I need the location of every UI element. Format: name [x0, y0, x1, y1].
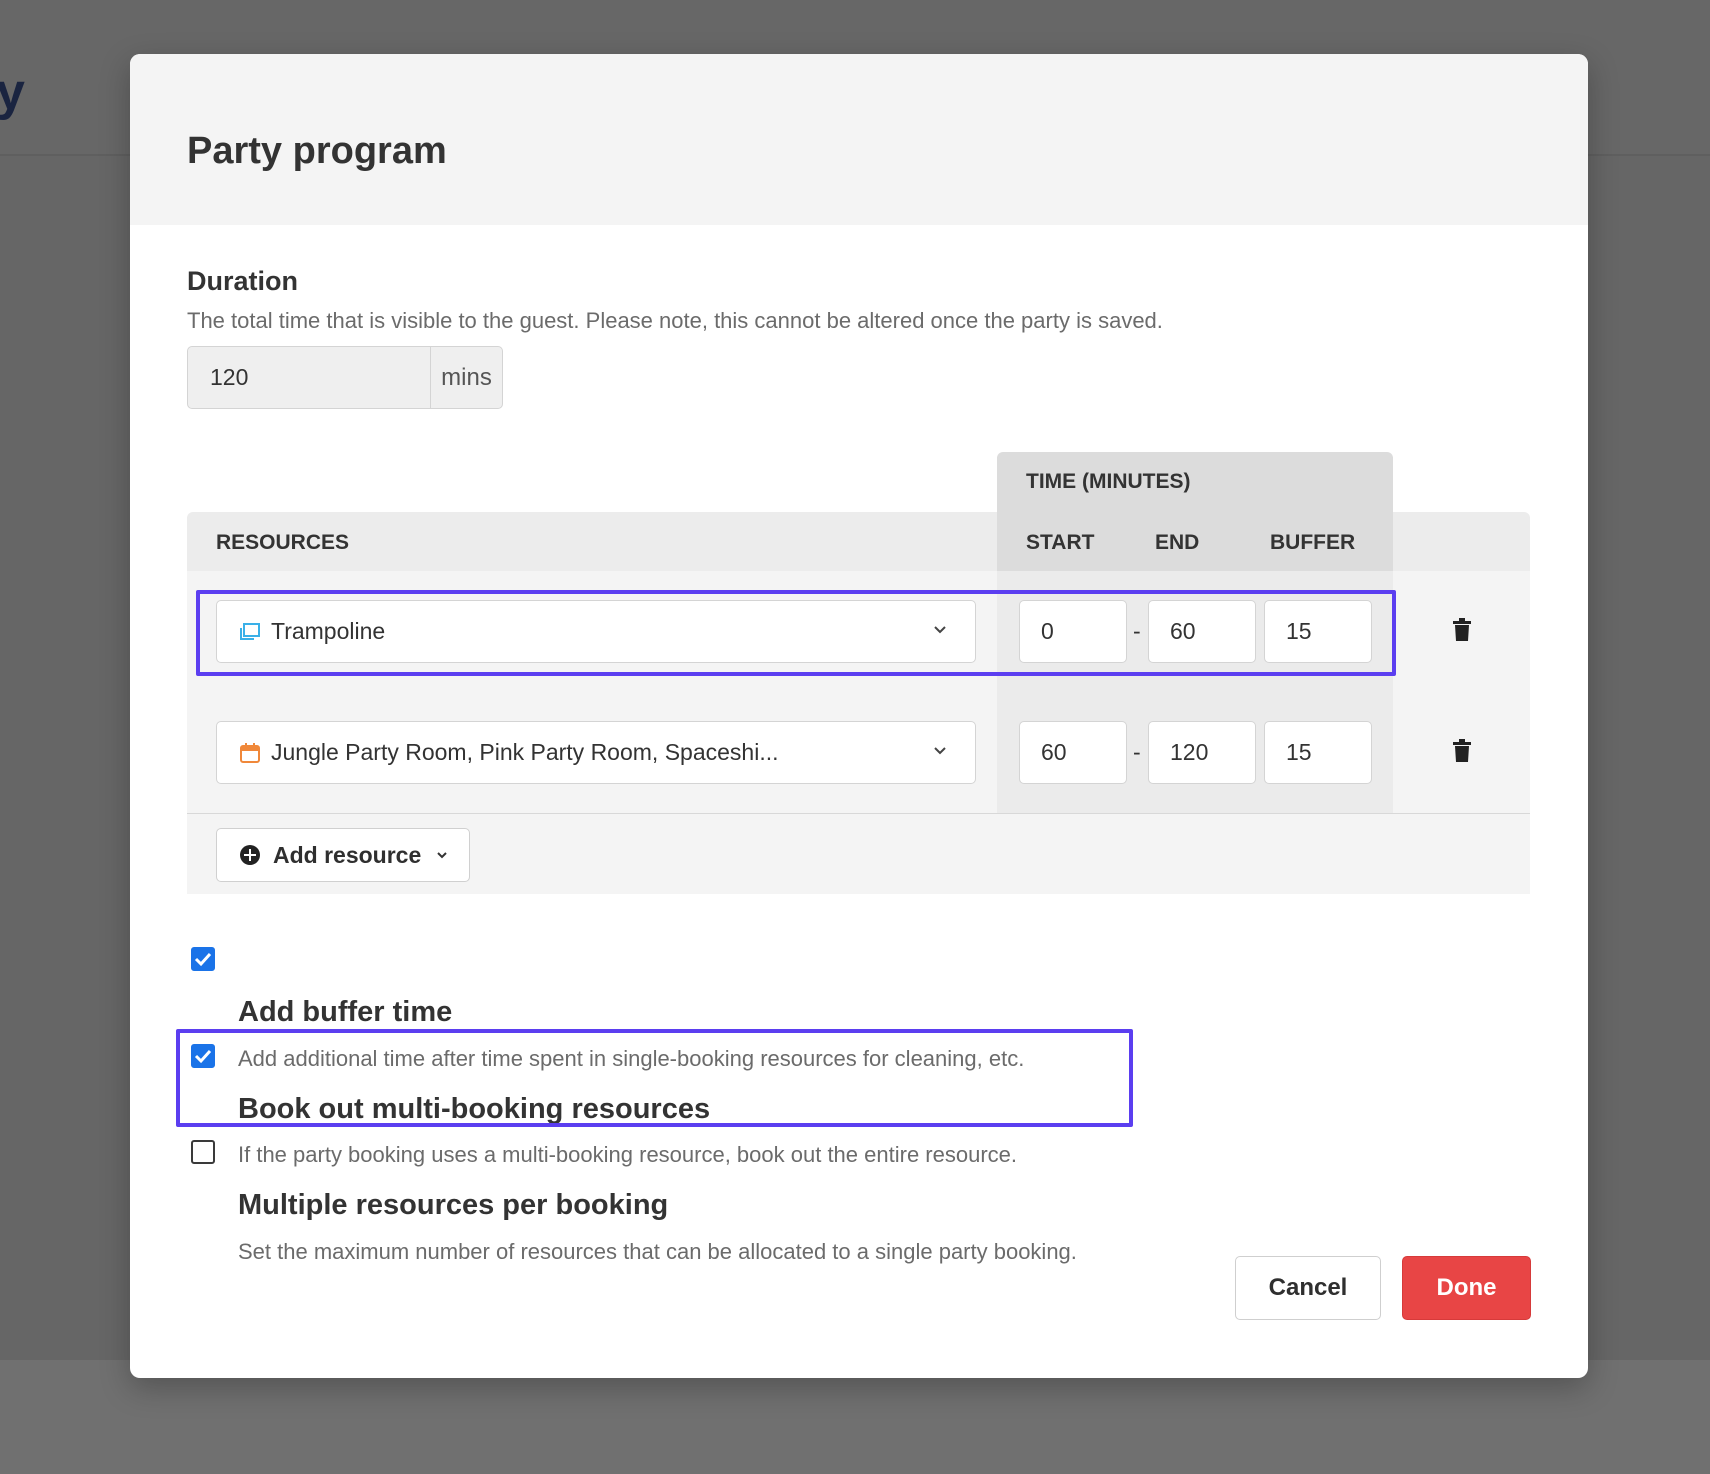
duration-description: The total time that is visible to the gu…	[187, 308, 1163, 333]
buffer-input[interactable]	[1264, 721, 1372, 784]
modal-header: Party program	[130, 54, 1588, 225]
resource-select-party-rooms[interactable]: Jungle Party Room, Pink Party Room, Spac…	[216, 721, 976, 784]
add-resource-button[interactable]: Add resource	[216, 828, 470, 882]
done-button[interactable]: Done	[1402, 1256, 1531, 1320]
end-input[interactable]	[1148, 721, 1256, 784]
plus-circle-icon	[240, 845, 260, 865]
column-header-start: START	[1026, 531, 1095, 554]
duration-input-group: mins	[187, 346, 503, 409]
modal-title: Party program	[187, 130, 447, 172]
trash-icon[interactable]	[1452, 618, 1472, 642]
cancel-button[interactable]: Cancel	[1235, 1256, 1381, 1320]
start-input[interactable]	[1019, 600, 1127, 663]
duration-input[interactable]	[188, 347, 430, 408]
resource-select-trampoline[interactable]: Trampoline	[216, 600, 976, 663]
time-group-label: TIME (MINUTES)	[1026, 470, 1191, 493]
duration-unit: mins	[430, 347, 502, 408]
book-out-multi-booking-checkbox[interactable]	[191, 1044, 215, 1068]
multiple-resources-checkbox[interactable]	[191, 1140, 215, 1164]
option-title-book-out-multi-booking: Book out multi-booking resources	[238, 1093, 711, 1125]
option-description-add-buffer-time: Add additional time after time spent in …	[238, 1046, 1025, 1071]
chevron-down-icon	[934, 747, 946, 755]
party-program-modal: Party program Duration The total time th…	[130, 54, 1588, 1378]
resource-select-label: Trampoline	[271, 618, 386, 644]
buffer-input[interactable]	[1264, 600, 1372, 663]
checkmark-icon	[194, 952, 212, 967]
add-resource-label: Add resource	[273, 841, 422, 868]
option-description-multiple-resources: Set the maximum number of resources that…	[238, 1239, 1077, 1264]
range-separator: -	[1133, 618, 1141, 644]
checkmark-icon	[194, 1049, 212, 1064]
column-header-end: END	[1155, 531, 1200, 554]
resource-select-label: Jungle Party Room, Pink Party Room, Spac…	[271, 739, 779, 765]
add-buffer-time-checkbox[interactable]	[191, 947, 215, 971]
window-icon	[240, 622, 260, 640]
trash-icon[interactable]	[1452, 739, 1472, 763]
calendar-icon	[240, 742, 260, 763]
start-input[interactable]	[1019, 721, 1127, 784]
column-header-resources: RESOURCES	[216, 531, 350, 554]
option-title-multiple-resources: Multiple resources per booking	[238, 1189, 669, 1221]
end-input[interactable]	[1148, 600, 1256, 663]
chevron-down-icon	[437, 852, 447, 859]
duration-title: Duration	[187, 266, 298, 296]
time-group-header: TIME (MINUTES)	[997, 452, 1393, 512]
option-title-add-buffer-time: Add buffer time	[238, 996, 453, 1028]
column-header-buffer: BUFFER	[1270, 531, 1356, 554]
range-separator: -	[1133, 739, 1141, 765]
chevron-down-icon	[934, 626, 946, 634]
background-logo: y	[0, 63, 25, 121]
option-description-book-out-multi-booking: If the party booking uses a multi-bookin…	[238, 1142, 1017, 1167]
